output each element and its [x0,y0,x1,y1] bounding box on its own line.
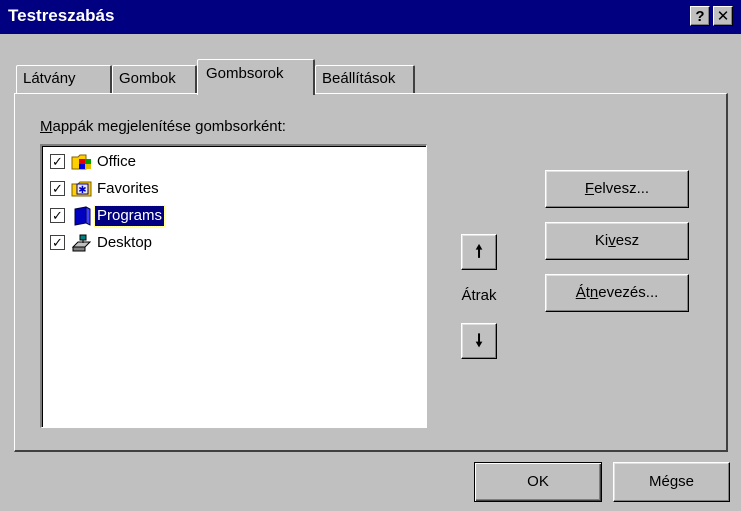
ok-button[interactable]: OK [474,462,602,502]
office-checkbox[interactable]: ✓ [50,154,65,169]
tab-beallitasok[interactable]: Beállítások [315,65,415,93]
desktop-icon [71,234,92,252]
cancel-button[interactable]: Mégse [613,462,730,502]
folder-list-label: Mappák megjelenítése gombsorként: [40,118,286,135]
favorites-folder-icon: ✱ [71,181,92,197]
item-label: Desktop [97,234,153,251]
add-button[interactable]: Felvesz... [545,170,689,208]
folder-list[interactable]: ✓ Office ✓ ✱ Favorites ✓ Programs ✓ Desk… [40,144,427,428]
item-label: Programs [93,205,166,227]
help-button[interactable]: ? [690,6,710,26]
desktop-checkbox[interactable]: ✓ [50,235,65,250]
move-down-button[interactable]: 🠗 [461,323,497,359]
programs-folder-icon [74,206,91,226]
svg-text:✱: ✱ [78,185,86,196]
rename-button[interactable]: Átnevezés... [545,274,689,312]
favorites-checkbox[interactable]: ✓ [50,181,65,196]
close-button[interactable]: ✕ [713,6,733,26]
move-up-button[interactable]: 🠕 [461,234,497,270]
move-label: Átrak [461,287,497,304]
arrow-up-icon: 🠕 [475,242,483,261]
arrow-down-icon: 🠗 [475,331,483,350]
item-label: Favorites [97,180,159,197]
tab-gombok[interactable]: Gombok [112,65,197,93]
close-icon: ✕ [716,8,730,25]
tab-gombsorok[interactable]: Gombsorok [197,59,315,95]
title-bar: Testreszabás ? ✕ [0,0,741,34]
item-label: Office [97,153,136,170]
tab-latvany[interactable]: Látvány [16,65,112,93]
office-folder-icon [71,154,91,170]
programs-checkbox[interactable]: ✓ [50,208,65,223]
window-title: Testreszabás [8,6,115,25]
remove-button[interactable]: Kivesz [545,222,689,260]
